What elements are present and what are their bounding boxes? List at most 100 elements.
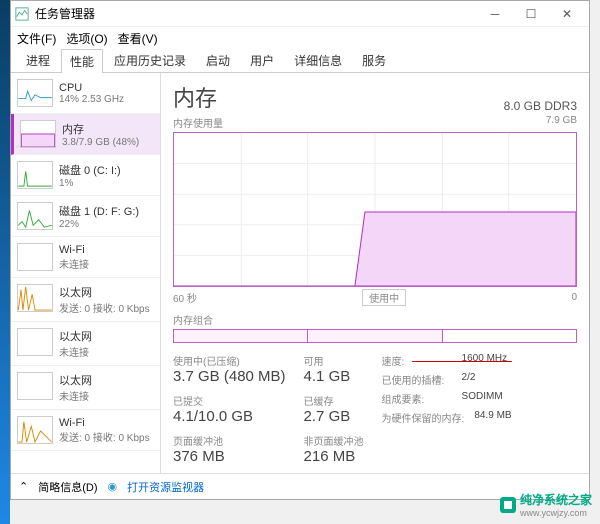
stat-label: 可用 [304,353,364,368]
sidebar-item-sub: 3.8/7.9 GB (48%) [62,137,139,148]
stat-label: 使用中(已压缩) [173,353,286,368]
sidebar-item-sub: 未连接 [59,256,89,271]
stat-label: 已提交 [173,393,286,408]
chart-max: 7.9 GB [546,115,577,130]
sidebar-item-sub: 14% 2.53 GHz [59,94,124,105]
sidebar-item-sub: 未连接 [59,344,92,359]
stat-value: 4.1 GB [304,368,364,385]
tab-details[interactable]: 详细信息 [285,48,351,72]
memory-thumb-icon [20,120,56,148]
main-panel: 内存 8.0 GB DDR3 内存使用量 7.9 GB 60 秒 使用中 [161,73,589,473]
kv-value: 84.9 MB [474,410,511,425]
main-header: 内存 8.0 GB DDR3 [173,81,577,113]
watermark-icon [500,497,516,513]
window-title: 任务管理器 [35,5,477,22]
sidebar-item-ethernet[interactable]: 以太网发送: 0 接收: 0 Kbps [11,278,160,322]
sidebar-item-wifi[interactable]: Wi-Fi未连接 [11,237,160,278]
fewer-details-button[interactable]: 简略信息(D) [38,479,97,495]
menu-file[interactable]: 文件(F) [17,30,56,47]
stat-value: 3.7 GB (480 MB) [173,368,286,385]
menu-view[interactable]: 查看(V) [118,30,158,47]
cpu-thumb-icon [17,79,53,107]
kv-value: SODIMM [462,391,503,406]
task-manager-window: 任务管理器 ─ ☐ ✕ 文件(F) 选项(O) 查看(V) 进程 性能 应用历史… [10,0,590,500]
open-resource-monitor-link[interactable]: 打开资源监视器 [127,479,204,495]
sidebar-item-wifi[interactable]: Wi-Fi发送: 0 接收: 0 Kbps [11,410,160,451]
sidebar-item-ethernet[interactable]: 以太网未连接 [11,322,160,366]
tab-bar: 进程 性能 应用历史记录 启动 用户 详细信息 服务 [11,49,589,73]
x-axis-left: 60 秒 [173,290,197,305]
kv-key: 已使用的插槽: [382,372,452,387]
net-thumb-icon [17,328,53,356]
body: CPU14% 2.53 GHz 内存3.8/7.9 GB (48%) 磁盘 0 … [11,73,589,473]
kv-value-speed: 1600 MHz [462,353,508,368]
sidebar-item-sub: 1% [59,178,121,189]
slot-used [174,330,308,342]
sidebar-item-sub: 未连接 [59,388,92,403]
stat-label: 页面缓冲池 [173,433,286,448]
stat-label: 非页面缓冲池 [304,433,364,448]
kv-key: 为硬件保留的内存: [382,410,465,425]
sidebar-item-label: 磁盘 0 (C: I:) [59,162,121,178]
sidebar-item-memory[interactable]: 内存3.8/7.9 GB (48%) [11,114,160,155]
memory-slots [173,329,577,343]
menu-bar: 文件(F) 选项(O) 查看(V) [11,27,589,49]
watermark-url: www.ycwjzy.com [520,508,592,518]
sidebar-item-label: 内存 [62,121,139,137]
app-icon [15,7,29,21]
kv-value: 2/2 [462,372,476,387]
tab-startup[interactable]: 启动 [197,48,239,72]
close-button[interactable]: ✕ [549,1,585,27]
sidebar-item-label: 磁盘 1 (D: F: G:) [59,203,139,219]
stat-value: 376 MB [173,448,286,465]
stat-value: 4.1/10.0 GB [173,408,286,425]
maximize-button[interactable]: ☐ [513,1,549,27]
sidebar-item-disk1[interactable]: 磁盘 1 (D: F: G:)22% [11,196,160,237]
menu-options[interactable]: 选项(O) [66,30,107,47]
sidebar-item-label: Wi-Fi [59,244,89,256]
sidebar-item-label: 以太网 [59,372,92,388]
title-bar[interactable]: 任务管理器 ─ ☐ ✕ [11,1,589,27]
disk-thumb-icon [17,161,53,189]
disk-thumb-icon [17,202,53,230]
sidebar: CPU14% 2.53 GHz 内存3.8/7.9 GB (48%) 磁盘 0 … [11,73,161,473]
net-thumb-icon [17,284,53,312]
sidebar-item-disk0[interactable]: 磁盘 0 (C: I:)1% [11,155,160,196]
tab-users[interactable]: 用户 [241,48,283,72]
monitor-icon: ◉ [108,480,118,493]
wifi-thumb-icon [17,416,53,444]
sidebar-item-sub: 发送: 0 接收: 0 Kbps [59,429,150,444]
tab-processes[interactable]: 进程 [17,48,59,72]
sidebar-item-label: 以太网 [59,284,150,300]
x-axis-marker: 使用中 [362,289,406,306]
sidebar-item-label: 以太网 [59,328,92,344]
page-title: 内存 [173,81,217,113]
chart-label: 内存使用量 [173,115,223,130]
chevron-up-icon[interactable]: ⌃ [19,480,28,493]
stats-grid: 使用中(已压缩)3.7 GB (480 MB) 已提交4.1/10.0 GB 页… [173,353,577,465]
sidebar-item-sub: 22% [59,219,139,230]
slot-free [443,330,576,342]
stat-label: 已缓存 [304,393,364,408]
kv-key: 组成要素: [382,391,452,406]
window-controls: ─ ☐ ✕ [477,1,585,27]
sidebar-item-ethernet[interactable]: 以太网未连接 [11,366,160,410]
stat-value: 216 MB [304,448,364,465]
tab-services[interactable]: 服务 [353,48,395,72]
slots-label: 内存组合 [173,312,577,327]
minimize-button[interactable]: ─ [477,1,513,27]
wifi-thumb-icon [17,243,53,271]
sidebar-item-cpu[interactable]: CPU14% 2.53 GHz [11,73,160,114]
net-thumb-icon [17,372,53,400]
sidebar-item-label: Wi-Fi [59,417,150,429]
stat-value: 2.7 GB [304,408,364,425]
memory-usage-chart [173,132,577,287]
slot-used [308,330,442,342]
sidebar-item-label: CPU [59,82,124,94]
watermark: 纯净系统之家 www.ycwjzy.com [500,491,592,518]
tab-history[interactable]: 应用历史记录 [105,48,195,72]
desktop-strip [0,0,10,524]
memory-spec: 8.0 GB DDR3 [504,99,577,113]
tab-performance[interactable]: 性能 [61,49,103,73]
sidebar-item-sub: 发送: 0 接收: 0 Kbps [59,300,150,315]
